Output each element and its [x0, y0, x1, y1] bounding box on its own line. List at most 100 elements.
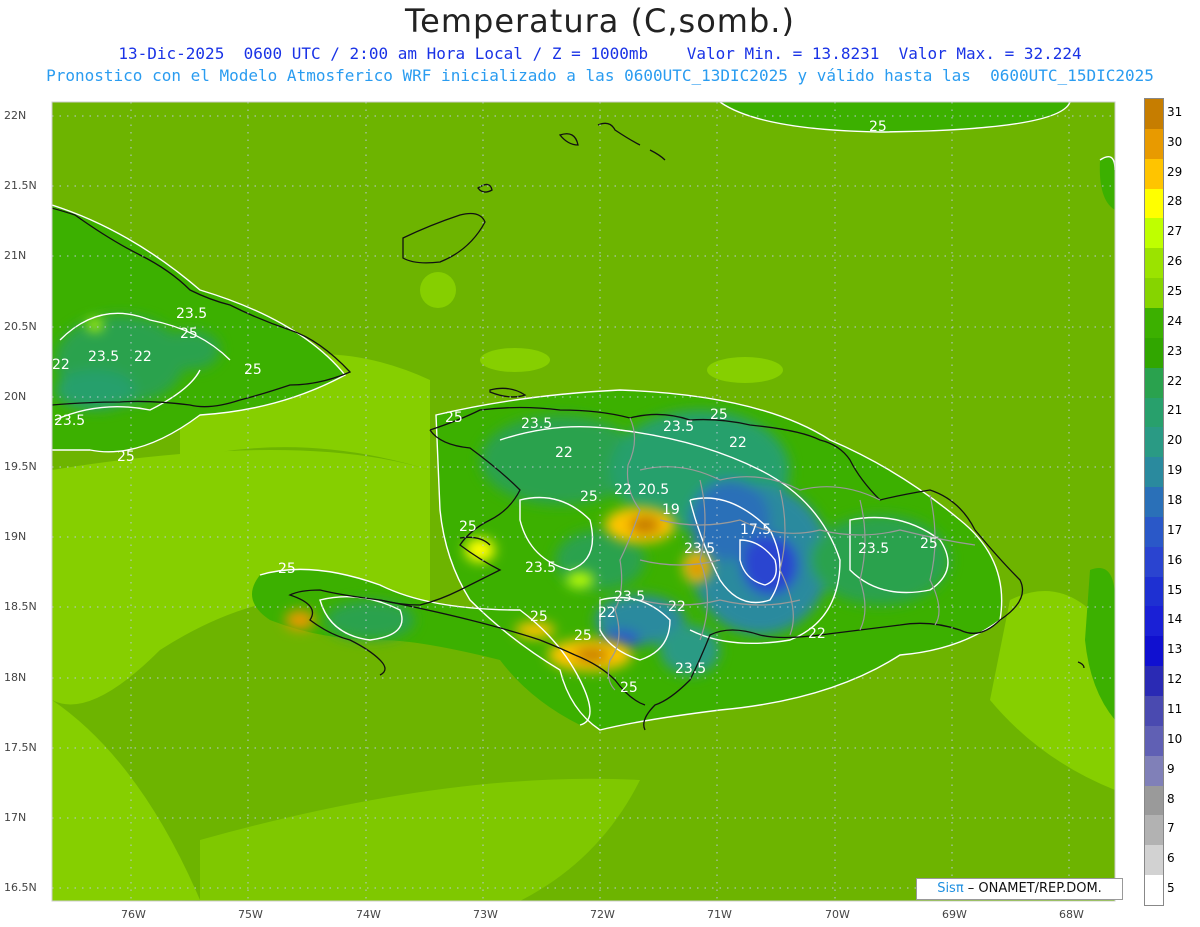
colorbar-swatch [1145, 576, 1163, 607]
colorbar-swatch [1145, 457, 1163, 488]
credit-box: Sisπ – ONAMET/REP.DOM. [916, 878, 1123, 900]
contour-label: 25 [445, 410, 463, 426]
contour-label: 23.5 [521, 416, 552, 432]
lon-label: 71W [707, 908, 732, 921]
lat-label: 22N [4, 109, 27, 122]
contour-label: 23.5 [525, 560, 556, 576]
contour-label: 25 [459, 519, 477, 535]
colorbar-label: 24 [1167, 313, 1183, 328]
lon-label: 70W [825, 908, 850, 921]
colorbar-label: 18 [1167, 493, 1183, 507]
colorbar-swatch [1145, 755, 1163, 787]
contour-label: 25 [530, 609, 548, 625]
colorbar-swatch [1145, 248, 1163, 279]
contour-label: 23.5 [614, 589, 645, 605]
contour-label: 22 [808, 626, 826, 642]
contour-label: 17.5 [740, 522, 771, 538]
colorbar-label: 19 [1167, 463, 1183, 478]
colorbar-label: 8 [1167, 791, 1175, 806]
warm-spot-7 [566, 572, 594, 588]
cool-hisp-5 [742, 535, 798, 595]
colorbar-label: 23 [1167, 343, 1183, 358]
colorbar-label: 26 [1167, 254, 1183, 269]
colorbar-label: 25 [1167, 284, 1183, 299]
lat-label: 17.5N [4, 741, 37, 754]
lat-label: 16.5N [4, 881, 37, 894]
colorbar-swatch [1145, 845, 1163, 876]
warm-patch-1 [420, 272, 456, 308]
temperature-map: 25 23.5 25 22 23.5 22 25 23.5 25 25 23.5… [0, 90, 1140, 927]
contour-label: 22 [668, 599, 686, 615]
lon-label: 72W [590, 908, 615, 921]
lon-label: 73W [473, 908, 498, 921]
colorbar-swatch [1145, 815, 1163, 846]
contour-label: 22 [729, 435, 747, 451]
lat-label: 17N [4, 811, 27, 824]
contour-label: 20.5 [638, 482, 669, 498]
sis-logo-text: Sisπ [937, 881, 964, 896]
contour-label: 23.5 [858, 541, 889, 557]
colorbar-label: 22 [1167, 373, 1183, 388]
colorbar-label: 17 [1167, 522, 1183, 537]
credit-text: – ONAMET/REP.DOM. [963, 881, 1102, 896]
warm-spot-8 [87, 319, 103, 331]
map-title: Temperatura (C,somb.) [405, 2, 795, 40]
colorbar-label: 12 [1167, 672, 1183, 687]
colorbar-swatch [1145, 367, 1163, 398]
colorbar-label: 16 [1167, 552, 1183, 567]
contour-label: 22 [614, 482, 632, 498]
contour-label: 22 [555, 445, 573, 461]
lon-label: 74W [356, 908, 381, 921]
cool-hisp-8 [810, 515, 950, 605]
contour-label: 25 [574, 628, 592, 644]
lat-label: 18.5N [4, 600, 37, 613]
colorbar-swatch [1145, 785, 1163, 816]
colorbar-swatch [1145, 218, 1163, 249]
contour-label: 23.5 [54, 413, 85, 429]
forecast-time-line: 13-Dic-2025 0600 UTC / 2:00 am Hora Loca… [118, 44, 1082, 63]
colorbar-label: 21 [1167, 403, 1183, 418]
warm-patch-3 [707, 357, 783, 383]
contour-label: 23.5 [88, 349, 119, 365]
colorbar-swatch [1145, 307, 1163, 339]
contour-label: 25 [920, 536, 938, 552]
colorbar-label: 13 [1167, 642, 1183, 657]
colorbar-label: 30 [1167, 134, 1183, 149]
colorbar-label: 5 [1167, 881, 1175, 896]
colorbar-swatch [1145, 337, 1163, 369]
colorbar-swatch [1145, 427, 1163, 458]
colorbar-swatch [1145, 875, 1163, 906]
colorbar-swatch [1145, 278, 1163, 309]
colorbar-label: 14 [1167, 612, 1183, 627]
contour-label: 19 [662, 502, 680, 518]
contour-label: 25 [869, 119, 887, 135]
lat-label: 19N [4, 530, 27, 543]
contour-label: 22 [134, 349, 152, 365]
colorbar-swatch [1145, 696, 1163, 727]
colorbar-label: 9 [1167, 761, 1175, 776]
colorbar-label: 20 [1167, 433, 1183, 448]
colorbar-label: 29 [1167, 164, 1183, 179]
colorbar-swatch [1145, 546, 1163, 578]
colorbar-swatch [1145, 188, 1163, 219]
contour-label: 25 [117, 449, 135, 465]
contour-label: 25 [620, 680, 638, 696]
lat-label: 20N [4, 390, 27, 403]
contour-label: 22 [52, 357, 70, 373]
lat-label: 18N [4, 671, 27, 684]
colorbar-label: 31 [1167, 104, 1183, 119]
colorbar-label: 7 [1167, 821, 1175, 836]
colorbar-swatch [1145, 516, 1163, 548]
model-info-line: Pronostico con el Modelo Atmosferico WRF… [46, 66, 1154, 85]
lat-label: 21.5N [4, 179, 37, 192]
warm-spot-2-core [690, 560, 704, 576]
contour-label: 23.5 [675, 661, 706, 677]
colorbar-swatch [1145, 158, 1163, 190]
colorbar-swatch [1145, 99, 1163, 130]
contour-label: 22 [598, 605, 616, 621]
lat-label: 21N [4, 249, 27, 262]
colorbar-label: 28 [1167, 194, 1183, 209]
colorbar-label: 27 [1167, 224, 1183, 239]
colorbar-swatch [1145, 606, 1163, 637]
colorbar [1144, 98, 1164, 906]
